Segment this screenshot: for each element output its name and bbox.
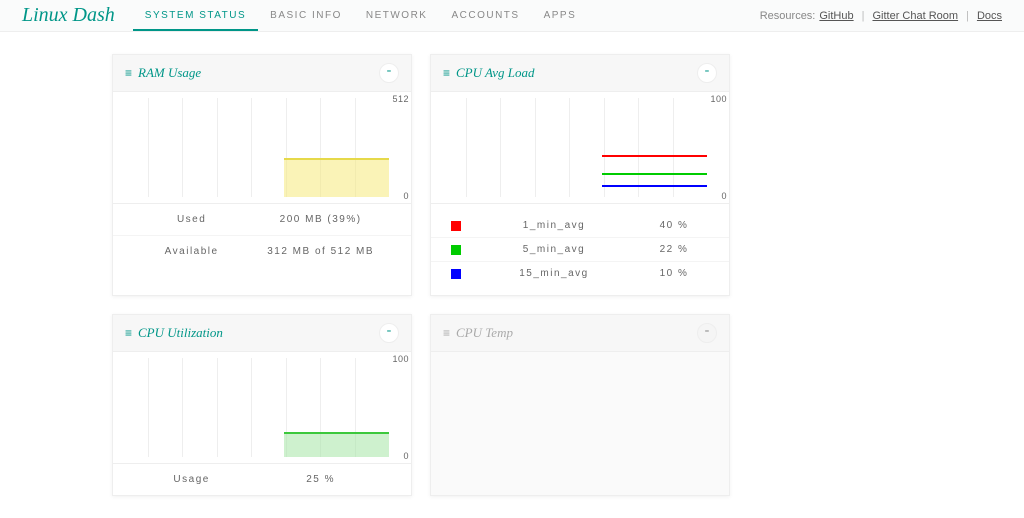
y-axis-max: 100 <box>710 94 727 104</box>
drag-handle-icon[interactable]: ≡ <box>443 326 450 340</box>
nav-system-status[interactable]: SYSTEM STATUS <box>133 0 258 31</box>
line-5min <box>602 173 707 175</box>
module-ram-usage: ≡ RAM Usage - 512 0 Used 200 MB (39%) Av… <box>112 54 412 296</box>
kv-row: Available 312 MB of 512 MB <box>113 236 411 267</box>
chart-cpu-load: 100 0 <box>431 92 729 204</box>
module-cpu-temp: ≡ CPU Temp - <box>430 314 730 496</box>
swatch-icon <box>451 221 461 231</box>
nav-network[interactable]: NETWORK <box>354 0 440 31</box>
kv-val: 25 % <box>250 474 391 485</box>
module-cpu-avg-load: ≡ CPU Avg Load - 100 0 1_min_avg 40 % <box>430 54 730 296</box>
module-cpu-utilization: ≡ CPU Utilization - 100 0 Usage 25 % <box>112 314 412 496</box>
module-header: ≡ CPU Utilization - <box>113 315 411 352</box>
content: ≡ RAM Usage - 512 0 Used 200 MB (39%) Av… <box>112 54 912 496</box>
module-title: CPU Avg Load <box>456 65 697 81</box>
kv-key: Usage <box>133 474 250 485</box>
nav: SYSTEM STATUS BASIC INFO NETWORK ACCOUNT… <box>133 0 588 31</box>
brand: Linux Dash <box>22 0 133 31</box>
module-header: ≡ RAM Usage - <box>113 55 411 92</box>
y-axis-min: 0 <box>721 191 727 201</box>
y-axis-min: 0 <box>403 451 409 461</box>
module-header: ≡ CPU Avg Load - <box>431 55 729 92</box>
kv-key: Available <box>133 246 250 257</box>
swatch-icon <box>451 245 461 255</box>
drag-handle-icon[interactable]: ≡ <box>125 326 132 340</box>
legend-value: 40 % <box>639 220 709 231</box>
legend-label: 1_min_avg <box>469 220 639 231</box>
kv-val: 312 MB of 512 MB <box>250 246 391 257</box>
collapse-button[interactable]: - <box>379 63 399 83</box>
legend-table: 1_min_avg 40 % 5_min_avg 22 % 15_min_avg… <box>431 204 729 295</box>
separator-icon: | <box>966 10 969 22</box>
legend-row: 1_min_avg 40 % <box>431 214 729 238</box>
legend-row: 15_min_avg 10 % <box>431 262 729 285</box>
module-title: RAM Usage <box>138 65 379 81</box>
link-gitter[interactable]: Gitter Chat Room <box>872 10 958 22</box>
link-github[interactable]: GitHub <box>819 10 853 22</box>
legend-row: 5_min_avg 22 % <box>431 238 729 262</box>
swatch-icon <box>451 269 461 279</box>
nav-apps[interactable]: APPS <box>532 0 589 31</box>
module-title: CPU Temp <box>456 325 697 341</box>
topbar: Linux Dash SYSTEM STATUS BASIC INFO NETW… <box>0 0 1024 32</box>
ram-fill <box>284 158 389 197</box>
legend-value: 10 % <box>639 268 709 279</box>
y-axis-min: 0 <box>403 191 409 201</box>
kv-key: Used <box>133 214 250 225</box>
nav-basic-info[interactable]: BASIC INFO <box>258 0 354 31</box>
y-axis-max: 100 <box>392 354 409 364</box>
separator-icon: | <box>862 10 865 22</box>
legend-label: 15_min_avg <box>469 268 639 279</box>
resources-prefix: Resources: <box>760 10 816 22</box>
module-title: CPU Utilization <box>138 325 379 341</box>
kv-row: Used 200 MB (39%) <box>113 204 411 236</box>
kv-val: 200 MB (39%) <box>250 214 391 225</box>
module-header: ≡ CPU Temp - <box>431 315 729 352</box>
legend-value: 22 % <box>639 244 709 255</box>
chart-cpu-util: 100 0 <box>113 352 411 464</box>
resources: Resources: GitHub | Gitter Chat Room | D… <box>760 0 1002 31</box>
line-15min <box>602 185 707 187</box>
y-axis-max: 512 <box>392 94 409 104</box>
cpu-util-fill <box>284 432 389 457</box>
kv-row: Usage 25 % <box>113 464 411 495</box>
nav-accounts[interactable]: ACCOUNTS <box>439 0 531 31</box>
chart-ram: 512 0 <box>113 92 411 204</box>
link-docs[interactable]: Docs <box>977 10 1002 22</box>
collapse-button[interactable]: - <box>697 323 717 343</box>
drag-handle-icon[interactable]: ≡ <box>125 66 132 80</box>
drag-handle-icon[interactable]: ≡ <box>443 66 450 80</box>
legend-label: 5_min_avg <box>469 244 639 255</box>
collapse-button[interactable]: - <box>697 63 717 83</box>
collapse-button[interactable]: - <box>379 323 399 343</box>
line-1min <box>602 155 707 157</box>
